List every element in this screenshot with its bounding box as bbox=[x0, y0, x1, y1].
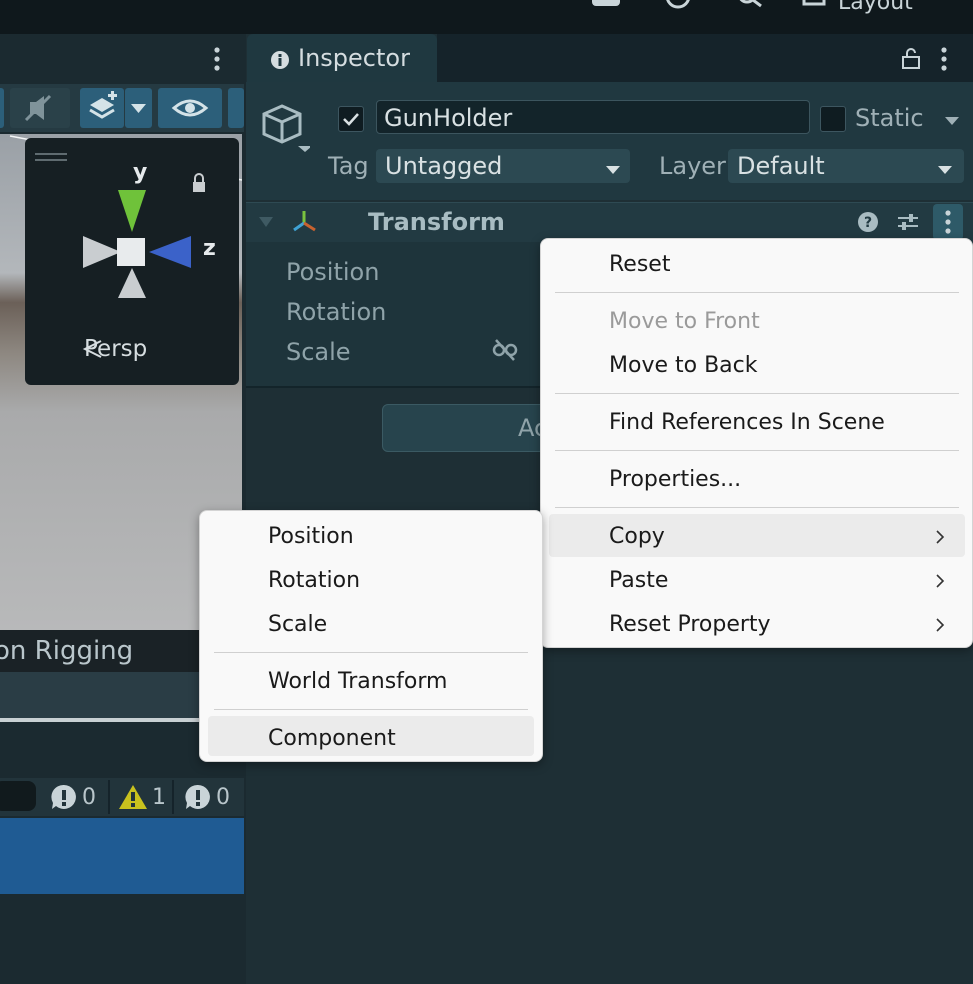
menu-separator bbox=[555, 450, 959, 451]
info-count: 0 bbox=[82, 784, 96, 810]
tag-label: Tag bbox=[328, 152, 369, 180]
neg-y-axis-cone[interactable] bbox=[118, 268, 146, 298]
visibility-toggle-button[interactable] bbox=[158, 88, 222, 128]
position-label[interactable]: Position bbox=[286, 258, 379, 286]
gameobject-icon[interactable] bbox=[258, 100, 312, 156]
error-counter[interactable]: 0 bbox=[184, 780, 230, 814]
component-menu-button[interactable] bbox=[933, 204, 963, 240]
copy-submenu: Position Rotation Scale World Transform … bbox=[199, 510, 543, 762]
menu-item-move-to-front: Move to Front bbox=[609, 309, 760, 334]
layout-dropdown[interactable]: Layout bbox=[838, 0, 913, 15]
svg-text:?: ? bbox=[864, 215, 872, 231]
object-name-value: GunHolder bbox=[384, 104, 513, 132]
chevron-down-icon bbox=[131, 104, 146, 113]
chevron-down-icon[interactable] bbox=[928, 0, 956, 12]
console-selected-row[interactable] bbox=[0, 818, 244, 894]
menu-separator bbox=[555, 393, 959, 394]
history-icon[interactable] bbox=[664, 0, 692, 12]
error-bubble-icon bbox=[185, 784, 210, 809]
submenu-item-scale[interactable]: Scale bbox=[268, 612, 327, 637]
y-axis-label: y bbox=[133, 160, 148, 185]
effects-dropdown-button[interactable] bbox=[125, 88, 152, 128]
x-axis-cone[interactable] bbox=[83, 236, 121, 268]
inspector-tab-label: Inspector bbox=[298, 44, 410, 72]
layers-effects-icon bbox=[89, 91, 117, 119]
active-checkbox[interactable] bbox=[338, 106, 364, 132]
menu-item-reset-property[interactable]: Reset Property bbox=[609, 612, 771, 637]
static-checkbox[interactable] bbox=[820, 106, 846, 132]
constrain-proportions-icon[interactable] bbox=[492, 338, 518, 362]
help-icon[interactable]: ? bbox=[857, 211, 879, 233]
layer-label: Layer bbox=[659, 152, 726, 180]
cloud-icon[interactable] bbox=[592, 0, 620, 12]
toolbar-button[interactable] bbox=[0, 88, 4, 128]
presets-icon[interactable] bbox=[896, 211, 920, 233]
submenu-item-world-transform[interactable]: World Transform bbox=[268, 669, 447, 694]
audio-off-icon bbox=[24, 94, 52, 122]
divider bbox=[172, 780, 174, 814]
center-cube[interactable] bbox=[117, 238, 145, 266]
menu-item-move-to-back[interactable]: Move to Back bbox=[609, 353, 757, 378]
z-axis-cone[interactable] bbox=[149, 236, 191, 268]
scene-caption: on Rigging bbox=[0, 636, 134, 666]
menu-item-copy[interactable]: Copy bbox=[609, 524, 665, 549]
error-count: 0 bbox=[216, 784, 230, 810]
info-bubble-icon bbox=[51, 784, 76, 809]
menu-item-properties[interactable]: Properties... bbox=[609, 467, 741, 492]
info-icon bbox=[270, 50, 290, 70]
rotation-label[interactable]: Rotation bbox=[286, 298, 386, 326]
more-options-icon[interactable] bbox=[937, 46, 951, 72]
menu-separator bbox=[555, 292, 959, 293]
menu-item-find-references[interactable]: Find References In Scene bbox=[609, 410, 885, 435]
toolbar-button[interactable] bbox=[228, 88, 244, 128]
warning-counter[interactable]: 1 bbox=[118, 780, 166, 814]
menu-item-reset[interactable]: Reset bbox=[609, 252, 670, 277]
chevron-right-icon bbox=[936, 574, 945, 588]
submenu-item-component[interactable]: Component bbox=[268, 726, 396, 751]
submenu-item-rotation[interactable]: Rotation bbox=[268, 568, 360, 593]
chevron-right-icon bbox=[936, 530, 945, 544]
component-context-menu: Reset Move to Front Move to Back Find Re… bbox=[540, 238, 973, 648]
lock-icon[interactable] bbox=[190, 176, 206, 192]
z-axis-label: z bbox=[203, 236, 216, 261]
menu-separator bbox=[214, 652, 528, 653]
lock-icon[interactable] bbox=[900, 46, 922, 70]
top-toolbar: Layout bbox=[0, 0, 973, 34]
transform-title: Transform bbox=[368, 208, 505, 236]
tag-value: Untagged bbox=[385, 152, 503, 180]
chevron-down-icon bbox=[937, 161, 953, 174]
transform-icon bbox=[290, 208, 318, 236]
y-axis-cone[interactable] bbox=[118, 190, 146, 232]
projection-label[interactable]: Persp bbox=[84, 336, 147, 362]
eye-icon bbox=[171, 99, 209, 117]
chevron-down-icon bbox=[605, 161, 621, 174]
scale-label[interactable]: Scale bbox=[286, 338, 351, 366]
layer-value: Default bbox=[737, 152, 825, 180]
static-label: Static bbox=[855, 104, 924, 132]
info-counter[interactable]: 0 bbox=[50, 780, 96, 814]
audio-toggle-button[interactable] bbox=[10, 88, 70, 128]
warning-icon bbox=[119, 785, 147, 809]
menu-separator bbox=[555, 507, 959, 508]
checkmark-icon bbox=[343, 113, 359, 126]
more-options-icon[interactable] bbox=[210, 46, 224, 72]
layout-icon[interactable] bbox=[802, 0, 830, 12]
chevron-right-icon bbox=[936, 618, 945, 632]
menu-item-paste[interactable]: Paste bbox=[609, 568, 668, 593]
search-icon[interactable] bbox=[736, 0, 764, 12]
console-search-field[interactable] bbox=[0, 781, 36, 811]
chevron-down-icon[interactable] bbox=[944, 112, 960, 125]
effects-toggle-button[interactable] bbox=[80, 88, 124, 128]
more-options-icon bbox=[945, 210, 951, 234]
inspector-tab-bar bbox=[437, 34, 973, 82]
foldout-arrow-icon[interactable] bbox=[258, 214, 274, 228]
menu-separator bbox=[214, 709, 528, 710]
divider bbox=[108, 780, 110, 814]
warning-count: 1 bbox=[152, 784, 166, 810]
submenu-item-position[interactable]: Position bbox=[268, 524, 354, 549]
